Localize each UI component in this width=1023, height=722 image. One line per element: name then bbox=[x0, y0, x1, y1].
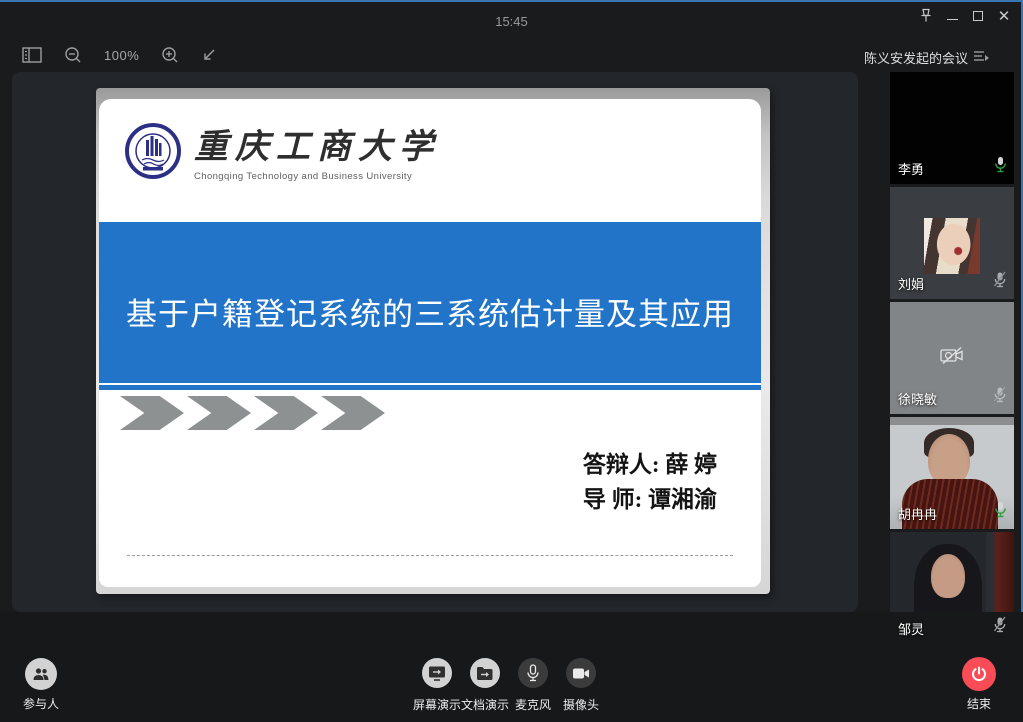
participant-name: 刘娟 bbox=[898, 274, 924, 293]
zoom-level: 100% bbox=[104, 48, 139, 63]
camera-icon bbox=[572, 667, 590, 680]
participant-name: 胡冉冉 bbox=[898, 504, 937, 523]
pin-icon[interactable] bbox=[913, 3, 939, 29]
participants-button[interactable] bbox=[25, 658, 57, 690]
call-actions: 屏幕演示 文档演示 麦克风 摄像头 bbox=[413, 658, 605, 713]
university-name-cn: 重庆工商大学 bbox=[194, 119, 440, 168]
doc-share-icon bbox=[476, 666, 494, 681]
chevron-icon bbox=[321, 396, 385, 430]
mic-on-icon bbox=[994, 501, 1007, 523]
end-meeting-label: 结束 bbox=[955, 695, 1003, 712]
participant-name: 邹灵 bbox=[898, 619, 924, 638]
chevron-icon bbox=[254, 396, 318, 430]
maximize-button[interactable] bbox=[965, 3, 991, 29]
maximize-icon bbox=[973, 11, 983, 21]
camera-button[interactable]: 摄像头 bbox=[557, 658, 605, 713]
university-logo-row: 重庆工商大学 Chongqing Technology and Business… bbox=[125, 119, 440, 182]
participant-name: 徐晓敏 bbox=[898, 389, 937, 408]
window-controls: ✕ bbox=[913, 0, 1017, 32]
slide-authors: 答辩人: 薛 婷 导 师: 谭湘渝 bbox=[583, 447, 717, 517]
university-name-block: 重庆工商大学 Chongqing Technology and Business… bbox=[194, 119, 440, 182]
end-meeting-button[interactable] bbox=[962, 657, 996, 691]
zoom-out-icon[interactable] bbox=[64, 46, 82, 64]
camera-off-icon bbox=[939, 346, 965, 371]
screen-share-icon bbox=[428, 665, 446, 681]
close-icon: ✕ bbox=[998, 9, 1011, 24]
mic-muted-icon bbox=[993, 616, 1007, 638]
slide-card: 重庆工商大学 Chongqing Technology and Business… bbox=[99, 99, 761, 587]
close-button[interactable]: ✕ bbox=[991, 3, 1017, 29]
meeting-header: 陈义安发起的会议 bbox=[864, 48, 1014, 67]
minimize-button[interactable] bbox=[939, 3, 965, 29]
fit-to-window-icon[interactable] bbox=[201, 47, 217, 63]
meeting-list-icon[interactable] bbox=[973, 49, 989, 67]
mic-muted-icon bbox=[993, 386, 1007, 408]
view-toolbar: 100% bbox=[22, 44, 217, 66]
mic-on-icon bbox=[994, 156, 1007, 178]
university-logo bbox=[125, 123, 181, 179]
power-icon bbox=[970, 665, 988, 683]
participants-label: 参与人 bbox=[3, 695, 79, 712]
meeting-title: 陈义安发起的会议 bbox=[864, 48, 968, 67]
chevron-icon bbox=[120, 396, 184, 430]
participant-tile[interactable]: 徐晓敏 bbox=[890, 302, 1014, 414]
microphone-icon bbox=[526, 664, 540, 682]
title-bar: 15:45 ✕ bbox=[0, 0, 1023, 32]
screen-share-button[interactable]: 屏幕演示 bbox=[413, 658, 461, 713]
chevron-decoration bbox=[120, 396, 385, 430]
presentation-slide: 重庆工商大学 Chongqing Technology and Business… bbox=[96, 88, 770, 594]
participant-name: 李勇 bbox=[898, 159, 924, 178]
participant-avatar bbox=[924, 218, 980, 274]
slide-title-banner: 基于户籍登记系统的三系统估计量及其应用 bbox=[99, 222, 761, 390]
doc-share-button[interactable]: 文档演示 bbox=[461, 658, 509, 713]
university-name-en: Chongqing Technology and Business Univer… bbox=[194, 171, 440, 182]
people-icon bbox=[32, 667, 50, 681]
meeting-clock: 15:45 bbox=[0, 14, 1023, 29]
participant-tile[interactable]: 李勇 bbox=[890, 72, 1014, 184]
chevron-icon bbox=[187, 396, 251, 430]
participant-tile[interactable]: 胡冉冉 bbox=[890, 417, 1014, 529]
sidebar-toggle-icon[interactable] bbox=[22, 47, 42, 63]
mic-muted-icon bbox=[993, 271, 1007, 293]
slide-title: 基于户籍登记系统的三系统估计量及其应用 bbox=[126, 279, 734, 334]
zoom-in-icon[interactable] bbox=[161, 46, 179, 64]
slide-divider bbox=[127, 555, 733, 556]
microphone-button[interactable]: 麦克风 bbox=[509, 658, 557, 713]
advisor-line: 导 师: 谭湘渝 bbox=[583, 482, 717, 517]
minimize-icon bbox=[947, 19, 958, 20]
participant-tile[interactable]: 刘娟 bbox=[890, 187, 1014, 299]
participant-video bbox=[931, 554, 965, 598]
defender-line: 答辩人: 薛 婷 bbox=[583, 447, 717, 482]
